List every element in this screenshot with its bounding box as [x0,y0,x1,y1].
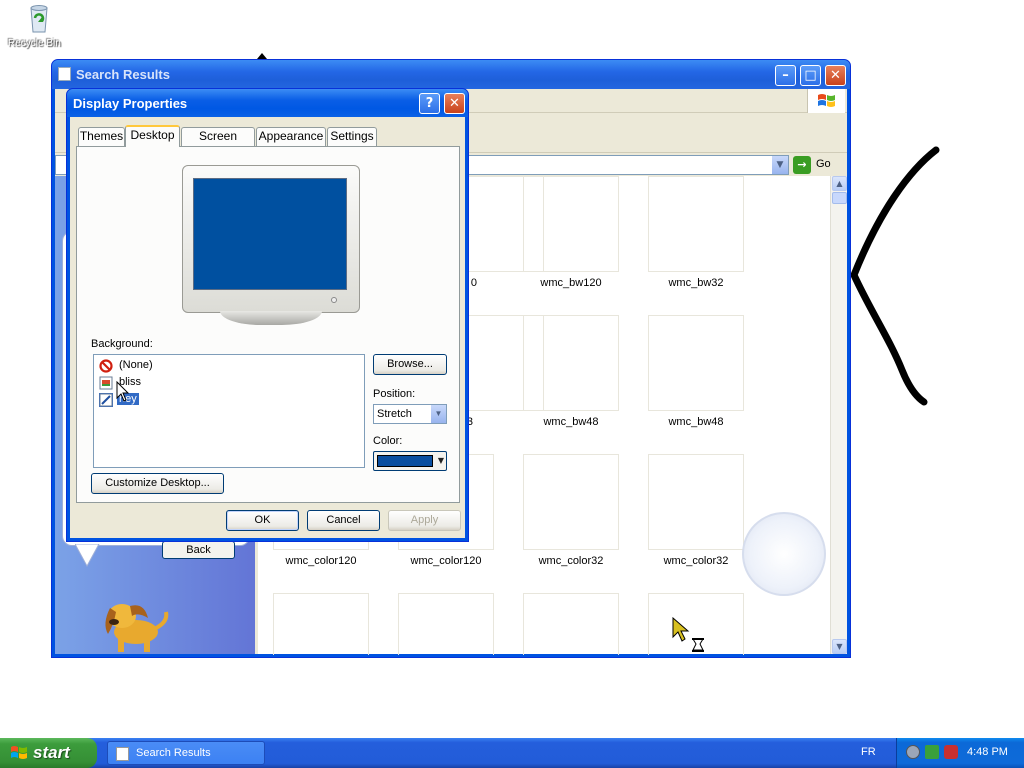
desktop-tab-panel: Background: (None) bliss hey Browse... P… [76,146,460,503]
result-thumbnail[interactable] [523,176,619,272]
go-label: Go [816,158,831,170]
result-thumbnail[interactable] [398,593,494,655]
result-thumbnail[interactable] [273,593,369,655]
display-properties-dialog: Display Properties ? ✕ Themes Desktop Sc… [66,88,469,542]
go-arrow-icon: → [793,156,811,174]
address-dropdown-icon[interactable]: ▼ [771,156,788,174]
result-thumbnail[interactable] [648,454,744,550]
recycle-bin-icon [23,2,55,34]
monitor-power-led [331,297,337,303]
monitor-stand [220,311,322,325]
result-label[interactable]: wmc_bw32 [633,277,759,289]
desktop-preview [193,178,347,290]
result-label[interactable]: wmc_color32 [508,555,634,567]
search-window-icon [58,67,71,81]
search-results-titlebar[interactable]: Search Results – □ ✕ [52,60,850,89]
freehand-stroke [850,146,940,406]
scroll-down-icon[interactable]: ▼ [832,639,847,654]
none-icon [99,359,113,373]
system-tray: 4:48 PM [896,738,1024,768]
chevron-down-icon: ▼ [437,456,444,465]
tab-appearance[interactable]: Appearance [256,127,326,146]
search-results-title: Search Results [76,67,170,82]
background-list[interactable]: (None) bliss hey [93,354,365,468]
scroll-thumb[interactable] [832,192,847,204]
image-icon [99,376,113,390]
background-label: Background: [91,338,153,350]
tab-desktop[interactable]: Desktop [125,125,180,147]
result-thumbnail[interactable] [648,176,744,272]
language-indicator[interactable]: FR [861,746,876,758]
minimize-button[interactable]: – [775,65,796,86]
windows-flag-icon [11,746,27,759]
result-label[interactable]: wmc_bw48 [633,416,759,428]
monitor-bezel [182,165,360,313]
cancel-button[interactable]: Cancel [307,510,380,531]
security-shield-icon[interactable] [944,745,958,759]
tab-screen-saver[interactable]: Screen Saver [181,127,255,160]
result-label[interactable]: wmc_color120 [383,555,509,567]
ok-button[interactable]: OK [226,510,299,531]
help-button[interactable]: ? [419,93,440,114]
results-scrollbar[interactable]: ▲ ▼ [830,176,847,654]
tab-themes[interactable]: Themes [78,127,125,146]
tab-settings[interactable]: Settings [327,127,377,146]
apply-button[interactable]: Apply [388,510,461,531]
result-thumbnail[interactable] [523,315,619,411]
dialog-body: Themes Desktop Screen Saver Appearance S… [70,117,465,538]
result-label[interactable]: wmc_color120 [258,555,384,567]
result-label[interactable]: wmc_bw48 [508,416,634,428]
recycle-bin-label: Recycle Bin [8,38,61,49]
color-swatch [377,455,433,467]
browse-button[interactable]: Browse... [373,354,447,375]
windows-logo-icon [807,89,845,113]
start-label: start [33,743,70,762]
drawing-icon [99,393,113,407]
chevron-down-icon: ▼ [430,405,446,423]
network-icon[interactable] [906,745,920,759]
monitor-preview [182,165,360,325]
clock[interactable]: 4:48 PM [967,746,1008,758]
recycle-bin[interactable]: Recycle Bin [8,2,70,49]
magnifier-overlay [742,512,826,596]
back-button[interactable]: Back [162,541,235,559]
color-picker-button[interactable]: ▼ [373,451,447,471]
busy-cursor-icon [672,617,704,652]
customize-desktop-button[interactable]: Customize Desktop... [91,473,224,494]
go-button[interactable]: → Go [793,155,841,175]
color-label: Color: [373,435,403,447]
start-button[interactable]: start [0,738,97,768]
update-icon[interactable] [925,745,939,759]
result-thumbnail[interactable] [648,315,744,411]
bubble-tail [75,544,100,568]
result-label[interactable]: wmc_color32 [633,555,759,567]
result-label[interactable]: wmc_bw120 [508,277,634,289]
maximize-button[interactable]: □ [800,65,821,86]
result-thumbnail[interactable] [523,454,619,550]
position-label: Position: [373,388,416,400]
position-select[interactable]: Stretch ▼ [373,404,447,424]
arrow-cursor-icon [116,381,130,402]
taskbar-item-search-results[interactable]: Search Results [107,741,265,765]
dialog-title: Display Properties [73,96,188,111]
result-thumbnail[interactable] [523,593,619,655]
search-window-icon [116,747,129,761]
close-button[interactable]: ✕ [825,65,846,86]
dialog-close-button[interactable]: ✕ [444,93,465,114]
search-dog-icon[interactable] [100,594,170,654]
taskbar-item-label: Search Results [136,747,211,759]
taskbar: start Search Results FR 4:48 PM [0,738,1024,768]
display-properties-titlebar[interactable]: Display Properties ? ✕ [67,89,468,117]
scroll-up-icon[interactable]: ▲ [832,176,847,191]
